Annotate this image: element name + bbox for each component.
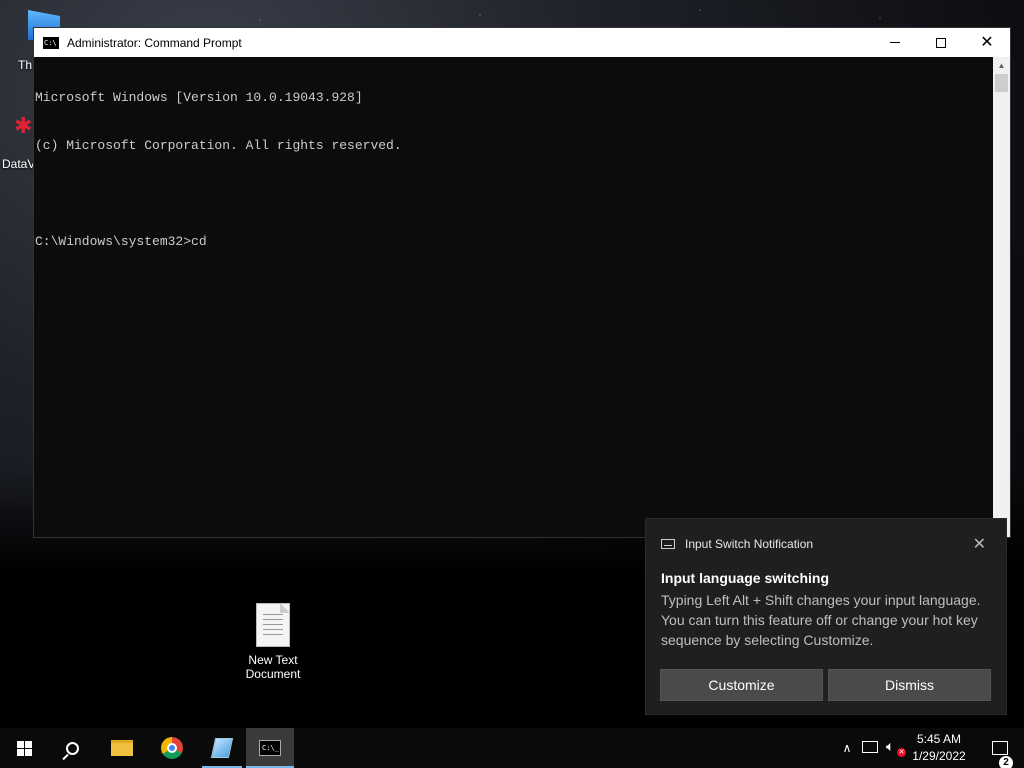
taskbar-file-explorer[interactable] — [98, 728, 146, 768]
command-prompt-icon: C:\ — [43, 36, 59, 49]
notification-count: 2 — [999, 756, 1013, 768]
folder-icon — [111, 740, 133, 756]
scroll-up-arrow-icon[interactable]: ▲ — [993, 57, 1010, 74]
desktop-icon-label-datav: DataV — [2, 157, 36, 171]
vertical-scrollbar[interactable]: ▲ — [993, 57, 1010, 537]
text-document-icon — [256, 603, 290, 647]
window-title: Administrator: Command Prompt — [67, 35, 242, 50]
notification-bubble-icon — [992, 741, 1008, 755]
desktop-icon-label: New Text Document — [245, 653, 301, 681]
notification-header: Input Switch Notification — [661, 537, 813, 551]
windows-logo-icon — [16, 740, 32, 756]
input-switch-notification[interactable]: Input Switch Notification ✕ Input langua… — [645, 518, 1007, 715]
notepad-icon — [210, 738, 234, 758]
dismiss-button[interactable]: Dismiss — [828, 669, 991, 701]
volume-icon[interactable]: 🔈︎ — [886, 738, 894, 755]
taskbar-chrome[interactable] — [148, 728, 196, 768]
desktop-icon-new-text-document[interactable]: New Text Document — [238, 603, 308, 681]
taskbar-notepad[interactable] — [198, 728, 246, 768]
show-hidden-icons-chevron-icon[interactable]: ∧ — [838, 728, 856, 768]
notification-body: Typing Left Alt + Shift changes your inp… — [661, 592, 981, 648]
clock-time: 5:45 AM — [916, 732, 962, 746]
clock-date: 1/29/2022 — [912, 749, 966, 763]
taskbar: C:\_ ∧ 🔈︎ ✕ 5:45 AM 1/29/2022 — [0, 728, 1024, 768]
close-button[interactable]: ✕ — [964, 28, 1010, 57]
keyboard-icon — [661, 539, 675, 549]
customize-button[interactable]: Customize — [660, 669, 823, 701]
command-prompt-window[interactable]: C:\ Administrator: Command Prompt ✕ Micr… — [33, 27, 1011, 538]
maximize-icon — [936, 37, 946, 48]
scrollbar-thumb[interactable] — [995, 74, 1008, 92]
taskbar-clock[interactable]: 5:45 AM 1/29/2022 — [908, 731, 970, 765]
notification-title: Input language switching — [661, 570, 829, 586]
notification-app-name: Input Switch Notification — [685, 537, 814, 551]
window-titlebar[interactable]: C:\ Administrator: Command Prompt ✕ — [34, 28, 1010, 57]
maximize-button[interactable] — [918, 28, 964, 57]
console-line: Microsoft Windows [Version 10.0.19043.92… — [35, 90, 363, 105]
muted-badge-icon: ✕ — [897, 748, 906, 757]
console-output[interactable]: Microsoft Windows [Version 10.0.19043.92… — [34, 57, 993, 537]
start-button[interactable] — [0, 728, 48, 768]
minimize-icon — [890, 42, 900, 43]
console-prompt-line: C:\Windows\system32>cd — [35, 234, 207, 249]
console-line: (c) Microsoft Corporation. All rights re… — [35, 138, 402, 153]
minimize-button[interactable] — [872, 28, 918, 57]
search-button[interactable] — [48, 728, 96, 768]
network-icon[interactable] — [862, 741, 878, 753]
notification-close-icon[interactable]: ✕ — [973, 534, 986, 554]
close-icon: ✕ — [980, 33, 994, 51]
command-prompt-icon: C:\_ — [259, 740, 281, 756]
search-icon — [65, 741, 79, 755]
desktop-icon-label-partial: Th — [18, 58, 33, 72]
chrome-icon — [161, 737, 183, 759]
taskbar-command-prompt[interactable]: C:\_ — [246, 728, 294, 768]
